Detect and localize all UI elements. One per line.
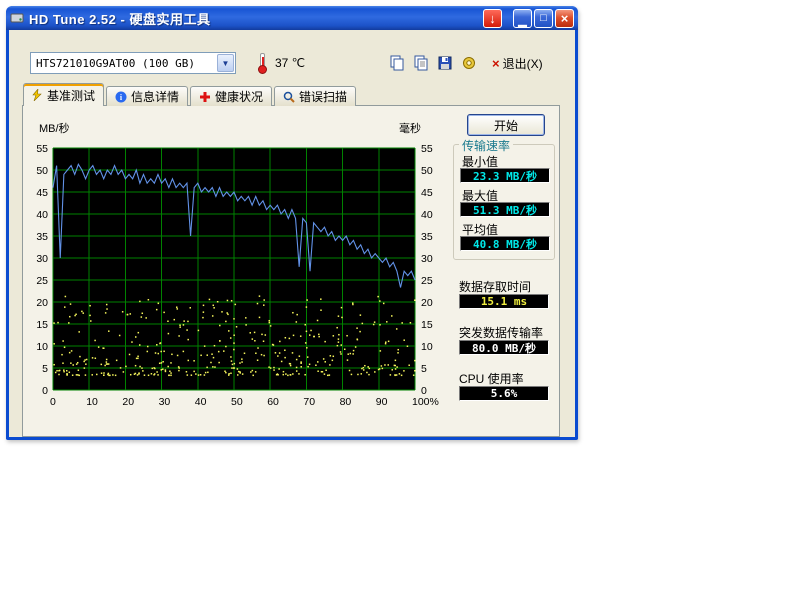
benchmark-chart: 0055101015152020252530303535404045455050…	[23, 122, 463, 422]
svg-text:40: 40	[36, 209, 48, 221]
exit-label: 退出(X)	[503, 55, 543, 72]
svg-text:55: 55	[36, 143, 48, 155]
copy-text-icon	[413, 55, 429, 71]
burst-rate-value: 80.0 MB/秒	[459, 340, 549, 355]
info-icon: i	[115, 91, 127, 103]
copy-text-button[interactable]	[410, 52, 432, 73]
svg-text:50: 50	[231, 396, 243, 408]
copy-screenshot-icon	[389, 55, 405, 71]
svg-text:25: 25	[36, 275, 48, 287]
svg-text:55: 55	[421, 143, 433, 155]
svg-text:5: 5	[42, 363, 48, 375]
options-icon	[461, 55, 477, 71]
window-title: HD Tune 2.52 - 硬盘实用工具	[29, 9, 210, 28]
titlebar[interactable]: HD Tune 2.52 - 硬盘实用工具 ↓ ▁ □ ×	[6, 6, 578, 30]
health-cross-icon	[199, 91, 211, 103]
min-value: 23.3 MB/秒	[460, 168, 550, 183]
svg-text:70: 70	[303, 396, 315, 408]
svg-text:80: 80	[340, 396, 352, 408]
tab-label: 信息详情	[131, 88, 179, 105]
tab-health[interactable]: 健康状况	[190, 86, 272, 106]
save-screenshot-button[interactable]	[434, 52, 456, 73]
transfer-rate-group: 传输速率 最小值 23.3 MB/秒 最大值 51.3 MB/秒 平均值 40.…	[453, 144, 555, 260]
chevron-down-icon[interactable]: ▼	[217, 54, 234, 72]
minimize-button[interactable]: ▁	[513, 9, 532, 28]
svg-text:10: 10	[36, 341, 48, 353]
svg-text:30: 30	[159, 396, 171, 408]
svg-text:45: 45	[421, 187, 433, 199]
svg-text:35: 35	[36, 231, 48, 243]
svg-text:15: 15	[421, 319, 433, 331]
transfer-rate-group-label: 传输速率	[459, 137, 513, 154]
avg-value: 40.8 MB/秒	[460, 236, 550, 251]
svg-text:10: 10	[421, 341, 433, 353]
options-button[interactable]	[458, 52, 480, 73]
tab-benchmark[interactable]: 基准测试	[23, 83, 104, 106]
app-icon	[10, 11, 24, 25]
error-scan-magnifier-icon	[283, 91, 295, 103]
drive-selector-value: HTS721010G9AT00 (100 GB)	[31, 57, 217, 70]
access-time-label: 数据存取时间	[459, 278, 531, 295]
tab-label: 健康状况	[215, 88, 263, 105]
tab-info[interactable]: i 信息详情	[106, 86, 188, 106]
svg-text:0: 0	[50, 396, 56, 408]
close-button[interactable]: ×	[555, 9, 574, 28]
minimize-icon: ▁	[518, 16, 526, 27]
svg-text:50: 50	[421, 165, 433, 177]
svg-text:45: 45	[36, 187, 48, 199]
access-time-value: 15.1 ms	[459, 294, 549, 309]
cpu-usage-label: CPU 使用率	[459, 370, 524, 387]
thermometer-icon	[258, 53, 267, 74]
svg-text:25: 25	[421, 275, 433, 287]
down-arrow-button[interactable]: ↓	[483, 9, 502, 28]
cpu-usage-value: 5.6%	[459, 386, 549, 401]
maximize-button[interactable]: □	[534, 9, 553, 28]
svg-text:30: 30	[421, 253, 433, 265]
svg-text:100%: 100%	[412, 396, 439, 408]
svg-text:20: 20	[421, 297, 433, 309]
svg-text:50: 50	[36, 165, 48, 177]
burst-rate-label: 突发数据传输率	[459, 324, 543, 341]
svg-text:60: 60	[267, 396, 279, 408]
svg-text:90: 90	[376, 396, 388, 408]
svg-text:15: 15	[36, 319, 48, 331]
save-icon	[437, 55, 453, 71]
exit-x-icon: ×	[492, 56, 500, 71]
svg-text:20: 20	[36, 297, 48, 309]
tab-label: 错误扫描	[299, 88, 347, 105]
svg-text:35: 35	[421, 231, 433, 243]
desktop: HD Tune 2.52 - 硬盘实用工具 ↓ ▁ □ × HTS721010G…	[0, 0, 800, 600]
svg-text:0: 0	[42, 385, 48, 397]
svg-text:30: 30	[36, 253, 48, 265]
tab-bar: 基准测试 i 信息详情 健康状况	[23, 83, 358, 106]
benchmark-lightning-icon	[32, 89, 43, 101]
tab-label: 基准测试	[47, 87, 95, 104]
tab-error-scan[interactable]: 错误扫描	[274, 86, 356, 106]
svg-text:5: 5	[421, 363, 427, 375]
svg-text:40: 40	[195, 396, 207, 408]
max-value: 51.3 MB/秒	[460, 202, 550, 217]
svg-text:20: 20	[122, 396, 134, 408]
start-button[interactable]: 开始	[467, 114, 545, 136]
hdtune-window: HD Tune 2.52 - 硬盘实用工具 ↓ ▁ □ × HTS721010G…	[6, 6, 578, 440]
temperature-readout: 37 ℃	[275, 56, 305, 70]
copy-screenshot-button[interactable]	[386, 52, 408, 73]
exit-button[interactable]: × 退出(X)	[492, 54, 543, 72]
svg-text:40: 40	[421, 209, 433, 221]
svg-text:10: 10	[86, 396, 98, 408]
window-controls: ↓ ▁ □ ×	[483, 9, 574, 28]
drive-selector-dropdown[interactable]: HTS721010G9AT00 (100 GB) ▼	[30, 52, 236, 74]
benchmark-panel: MB/秒 毫秒 00551010151520202525303035354040…	[22, 105, 560, 437]
